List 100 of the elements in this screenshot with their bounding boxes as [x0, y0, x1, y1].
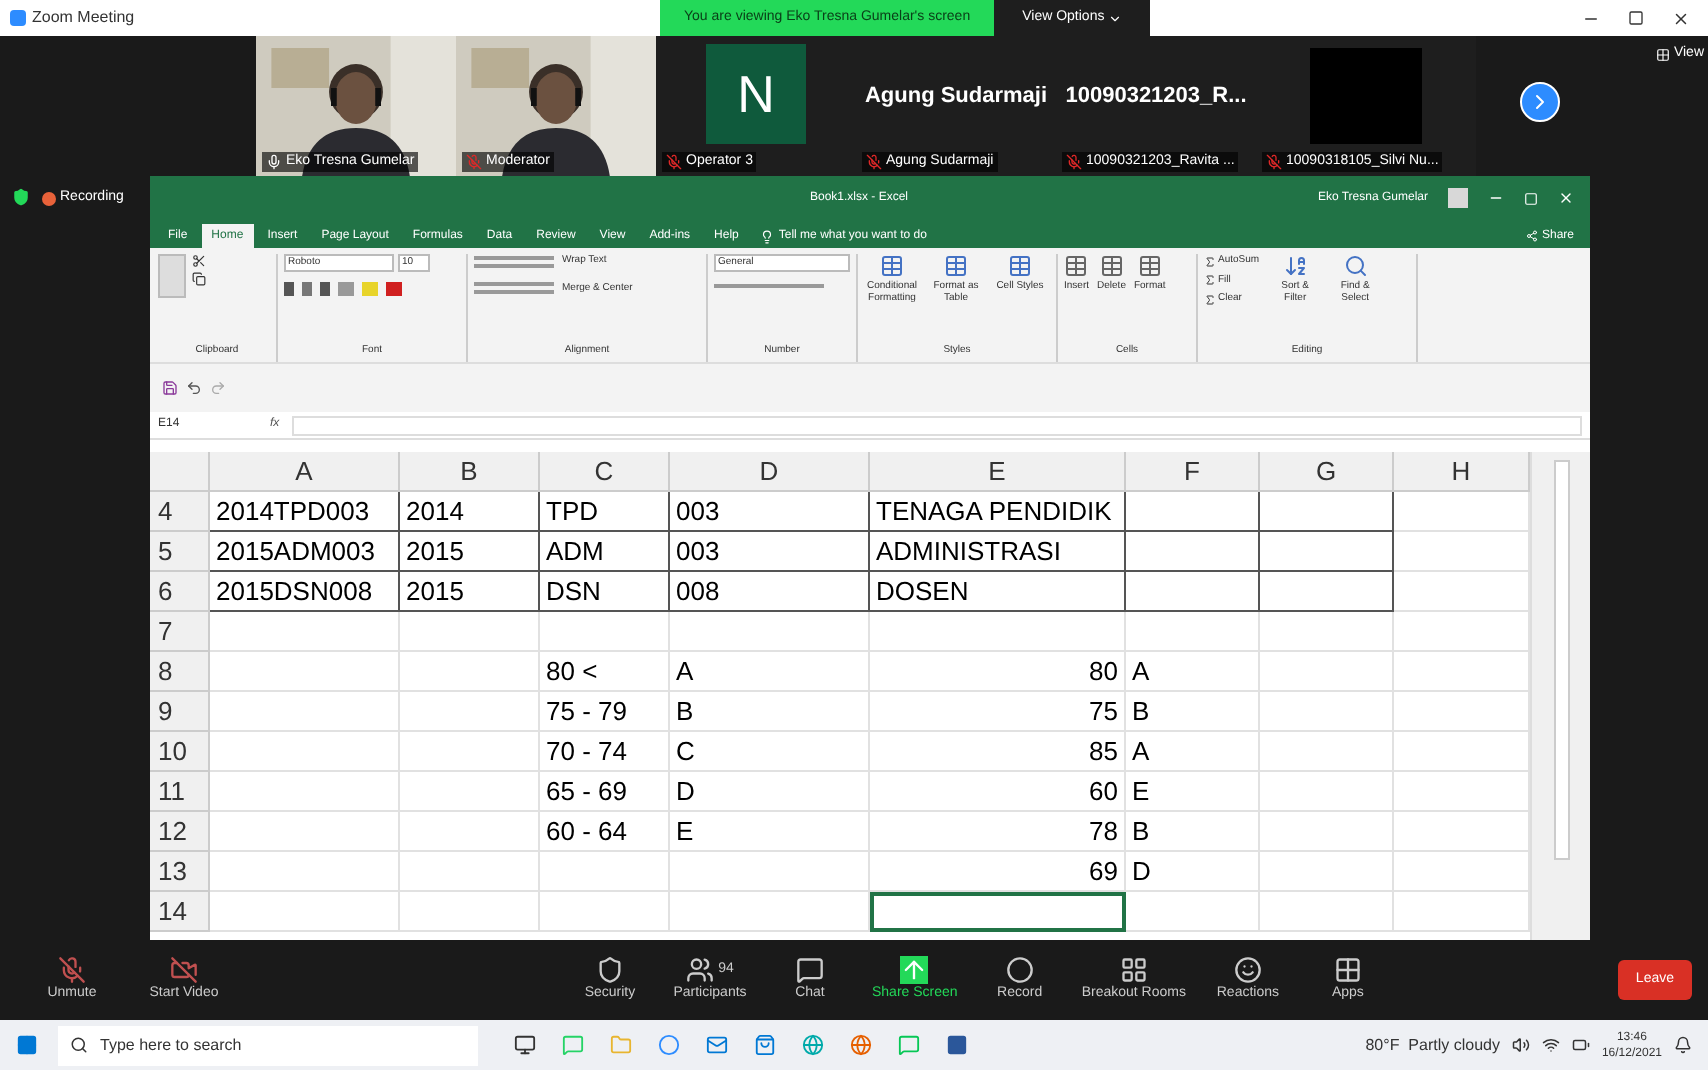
- column-header[interactable]: E: [870, 452, 1126, 492]
- search-icon: [70, 1036, 88, 1054]
- table-cell: A: [1126, 652, 1260, 692]
- battery-icon[interactable]: [1571, 1036, 1590, 1054]
- column-header[interactable]: G: [1260, 452, 1394, 492]
- video-tile: [1310, 48, 1422, 144]
- table-cell: 75: [870, 692, 1126, 732]
- video-off-icon: [170, 955, 198, 984]
- row-header[interactable]: 6: [150, 572, 210, 612]
- maximize-icon[interactable]: [1628, 10, 1644, 26]
- table-cell: E: [1126, 772, 1260, 812]
- table-cell: 2015: [400, 572, 540, 612]
- people-icon: [686, 955, 715, 984]
- weather-text[interactable]: 80°F Partly cloudy: [1365, 1033, 1500, 1057]
- close-icon[interactable]: [1672, 9, 1690, 27]
- table-cell: 65 - 69: [540, 772, 670, 812]
- table-cell: [400, 772, 540, 812]
- align-icon[interactable]: [474, 255, 554, 268]
- store-icon[interactable]: [754, 1034, 776, 1056]
- table-cell: 003: [670, 492, 870, 532]
- row-header[interactable]: 9: [150, 692, 210, 732]
- table-cell: 70 - 74: [540, 732, 670, 772]
- selected-cell[interactable]: [870, 892, 1126, 932]
- row-header[interactable]: 14: [150, 892, 210, 932]
- save-icon[interactable]: [162, 380, 178, 396]
- meeting-app-icon[interactable]: [658, 1034, 680, 1056]
- mail-icon[interactable]: [706, 1034, 728, 1056]
- next-page-button[interactable]: [1520, 82, 1560, 122]
- row-header[interactable]: 4: [150, 492, 210, 532]
- formula-field[interactable]: [291, 415, 1582, 435]
- search-field[interactable]: Type here to search: [58, 1025, 478, 1065]
- table-cell: 80: [870, 652, 1126, 692]
- mic-icon: [266, 153, 282, 170]
- search-icon: [1343, 254, 1368, 278]
- table-cell: [400, 852, 540, 892]
- shield-icon: [596, 955, 624, 984]
- volume-icon[interactable]: [1511, 1036, 1530, 1054]
- cut-icon[interactable]: [192, 254, 206, 268]
- browser-icon[interactable]: [802, 1034, 824, 1056]
- table-cell: [400, 652, 540, 692]
- column-header[interactable]: D: [670, 452, 870, 492]
- table-cell: [400, 812, 540, 852]
- sort-icon: [1283, 254, 1308, 278]
- table-cell: ADM: [540, 532, 670, 572]
- number-format-icon[interactable]: [714, 284, 824, 294]
- table-cell: [1126, 892, 1260, 932]
- row-header[interactable]: 13: [150, 852, 210, 892]
- copy-icon[interactable]: [192, 272, 206, 286]
- row-header[interactable]: 11: [150, 772, 210, 812]
- table-cell: 78: [870, 812, 1126, 852]
- column-header[interactable]: A: [210, 452, 400, 492]
- grid-icon: [1119, 955, 1148, 984]
- network-icon[interactable]: [1541, 1036, 1560, 1054]
- muted-mic-icon: [466, 153, 482, 170]
- column-header[interactable]: F: [1126, 452, 1260, 492]
- table-cell: 60: [870, 772, 1126, 812]
- table-cell: 85: [870, 732, 1126, 772]
- row-header[interactable]: 10: [150, 732, 210, 772]
- undo-icon[interactable]: [186, 380, 202, 396]
- table-cell: [1126, 492, 1260, 532]
- row-header[interactable]: 5: [150, 532, 210, 572]
- scrollbar-thumb[interactable]: [1553, 460, 1569, 860]
- column-header[interactable]: C: [540, 452, 670, 492]
- avatar-tile: N: [706, 44, 806, 144]
- muted-mic-icon: [866, 153, 882, 170]
- table-cell: [1260, 572, 1394, 612]
- table-cell: 008: [670, 572, 870, 612]
- user-avatar-icon: [1448, 188, 1468, 208]
- table-cell: A: [1126, 732, 1260, 772]
- table-cell: [1260, 692, 1394, 732]
- row-header[interactable]: 7: [150, 612, 210, 652]
- word-icon[interactable]: [946, 1034, 968, 1056]
- row-header[interactable]: 12: [150, 812, 210, 852]
- chat-icon: [796, 955, 824, 984]
- table-cell: 75 - 79: [540, 692, 670, 732]
- app-logo-icon: [10, 10, 26, 26]
- table-cell: [400, 612, 540, 652]
- apps-icon: [1333, 955, 1362, 984]
- windows-start-icon[interactable]: [16, 1034, 38, 1056]
- table-cell: [540, 892, 670, 932]
- column-header[interactable]: B: [400, 452, 540, 492]
- table-cell: [1260, 492, 1394, 532]
- align-icon[interactable]: [474, 282, 554, 295]
- table-cell: D: [1126, 852, 1260, 892]
- table-cell: [1126, 572, 1260, 612]
- table-cell: A: [670, 652, 870, 692]
- table-cell: E: [670, 812, 870, 852]
- table-cell: 2014: [400, 492, 540, 532]
- muted-mic-icon: [666, 153, 682, 170]
- participant-name: 10090321203_R...: [1065, 81, 1247, 112]
- restore-icon[interactable]: [1524, 191, 1538, 205]
- table-cell: 2015DSN008: [210, 572, 400, 612]
- table-cell: [540, 612, 670, 652]
- table-cell: 60 - 64: [540, 812, 670, 852]
- row-header[interactable]: 8: [150, 652, 210, 692]
- table-cell: [540, 852, 670, 892]
- shield-icon: [12, 188, 30, 206]
- notification-icon[interactable]: [1674, 1036, 1692, 1054]
- task-view-icon[interactable]: [514, 1034, 536, 1056]
- caret-icon: [1108, 11, 1123, 25]
